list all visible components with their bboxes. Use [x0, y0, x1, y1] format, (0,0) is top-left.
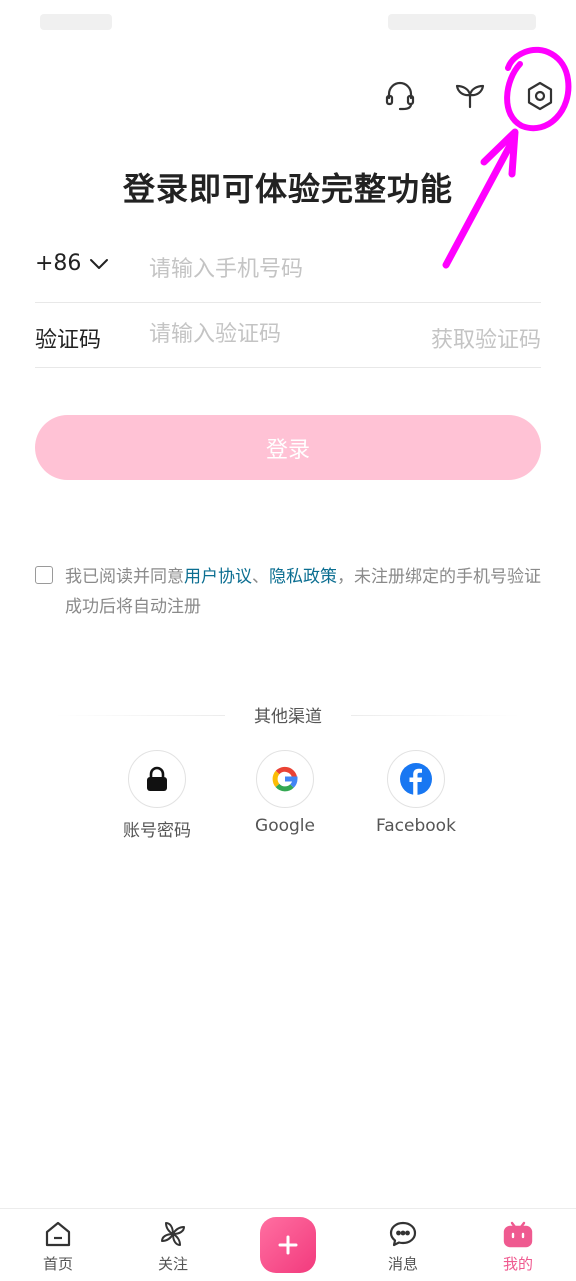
- page-title: 登录即可体验完整功能: [122, 170, 453, 208]
- get-code-button[interactable]: 获取验证码: [431, 322, 541, 354]
- other-channels-divider: 其他渠道: [55, 700, 521, 730]
- google-login[interactable]: Google: [225, 750, 345, 836]
- lock-icon: [128, 750, 186, 808]
- tab-label: 首页: [42, 1255, 73, 1273]
- channel-label: Facebook: [376, 816, 456, 836]
- country-code: +86: [35, 251, 82, 276]
- agreement-separator: 、: [252, 567, 269, 587]
- agreement-text: 我已阅读并同意用户协议、隐私政策，未注册绑定的手机号验证成功后将自动注册: [65, 562, 541, 622]
- agreement-checkbox[interactable]: [35, 566, 53, 584]
- tab-follow[interactable]: 关注: [128, 1209, 218, 1281]
- bottom-tab-bar: 首页 关注 消息 我的: [0, 1208, 576, 1281]
- login-button[interactable]: 登录: [35, 415, 541, 480]
- plus-icon: [278, 1235, 298, 1255]
- channel-label: 账号密码: [123, 821, 191, 841]
- verification-row: 验证码 获取验证码: [35, 302, 541, 368]
- channel-label: Google: [255, 816, 315, 836]
- phone-input[interactable]: [149, 247, 529, 291]
- phone-row: +86: [35, 237, 541, 303]
- home-icon: [13, 1209, 103, 1249]
- verification-label: 验证码: [35, 328, 102, 353]
- verification-input[interactable]: [149, 312, 389, 356]
- user-agreement-link[interactable]: 用户协议: [184, 567, 252, 587]
- pinwheel-icon: [128, 1209, 218, 1249]
- tab-home[interactable]: 首页: [13, 1209, 103, 1281]
- privacy-policy-link[interactable]: 隐私政策: [269, 567, 337, 587]
- tv-icon: [473, 1209, 563, 1249]
- chat-icon: [358, 1209, 448, 1249]
- tab-mine[interactable]: 我的: [473, 1209, 563, 1281]
- tab-label: 关注: [157, 1255, 188, 1273]
- account-password-login[interactable]: 账号密码: [97, 750, 217, 841]
- country-code-selector[interactable]: +86: [35, 251, 109, 276]
- tab-messages[interactable]: 消息: [358, 1209, 448, 1281]
- facebook-login[interactable]: Facebook: [356, 750, 476, 836]
- agreement-prefix: 我已阅读并同意: [65, 567, 184, 587]
- add-button[interactable]: [260, 1217, 316, 1273]
- tab-label: 我的: [502, 1255, 533, 1273]
- google-icon: [256, 750, 314, 808]
- facebook-icon: [387, 750, 445, 808]
- tab-label: 消息: [387, 1255, 418, 1273]
- divider-right: [351, 715, 521, 716]
- chevron-down-icon: [90, 258, 109, 269]
